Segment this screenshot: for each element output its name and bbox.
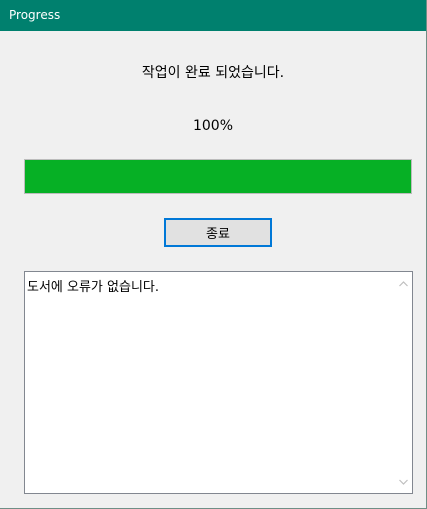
status-message: 작업이 완료 되었습니다. [141, 65, 285, 81]
chevron-up-icon[interactable] [395, 275, 412, 292]
chevron-down-icon[interactable] [395, 473, 412, 490]
vertical-scrollbar[interactable] [395, 272, 412, 493]
log-textarea[interactable]: 도서에 오류가 없습니다. [24, 271, 413, 494]
progress-percent: 100% [192, 118, 234, 134]
log-text: 도서에 오류가 없습니다. [27, 280, 159, 295]
progress-bar-fill [25, 160, 411, 193]
title-bar[interactable]: Progress [0, 0, 426, 31]
progress-bar [24, 159, 412, 194]
close-button[interactable]: 종료 [164, 218, 272, 247]
progress-window: Progress 작업이 완료 되었습니다. 100% 종료 도서에 오류가 없… [0, 0, 427, 509]
window-title: Progress [9, 8, 61, 22]
